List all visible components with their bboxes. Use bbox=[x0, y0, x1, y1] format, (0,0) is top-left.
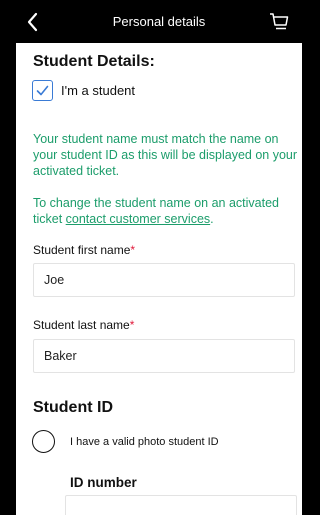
change-name-note-period: . bbox=[210, 212, 214, 226]
student-details-heading: Student Details: bbox=[33, 53, 155, 70]
first-name-label: Student first name* bbox=[33, 243, 135, 257]
id-number-label: ID number bbox=[70, 475, 137, 490]
cart-icon[interactable] bbox=[268, 10, 290, 32]
student-checkbox[interactable] bbox=[32, 79, 53, 101]
required-marker: * bbox=[129, 318, 135, 332]
last-name-label: Student last name* bbox=[33, 318, 134, 332]
last-name-label-text: Student last name bbox=[33, 318, 130, 332]
phone-screen: Personal details Student Details: I'm a … bbox=[16, 0, 302, 515]
first-name-input[interactable]: Joe bbox=[33, 263, 295, 297]
id-number-input[interactable] bbox=[65, 495, 297, 515]
change-name-note: To change the student name on an activat… bbox=[33, 195, 298, 227]
last-name-input[interactable]: Baker bbox=[33, 339, 295, 373]
required-marker: * bbox=[130, 243, 136, 257]
student-checkbox-label: I'm a student bbox=[61, 82, 136, 98]
photo-id-radio-label: I have a valid photo student ID bbox=[70, 435, 219, 448]
student-id-heading: Student ID bbox=[33, 399, 113, 416]
top-bar: Personal details bbox=[16, 0, 302, 43]
student-name-note: Your student name must match the name on… bbox=[33, 132, 298, 178]
photo-id-radio[interactable] bbox=[32, 430, 55, 453]
first-name-label-text: Student first name bbox=[33, 243, 131, 257]
checkmark-icon bbox=[36, 85, 49, 95]
student-checkbox-row[interactable]: I'm a student bbox=[32, 79, 135, 101]
contact-customer-services-link[interactable]: contact customer services bbox=[66, 212, 211, 226]
page-title: Personal details bbox=[112, 14, 206, 29]
photo-id-radio-row[interactable]: I have a valid photo student ID bbox=[32, 430, 219, 453]
